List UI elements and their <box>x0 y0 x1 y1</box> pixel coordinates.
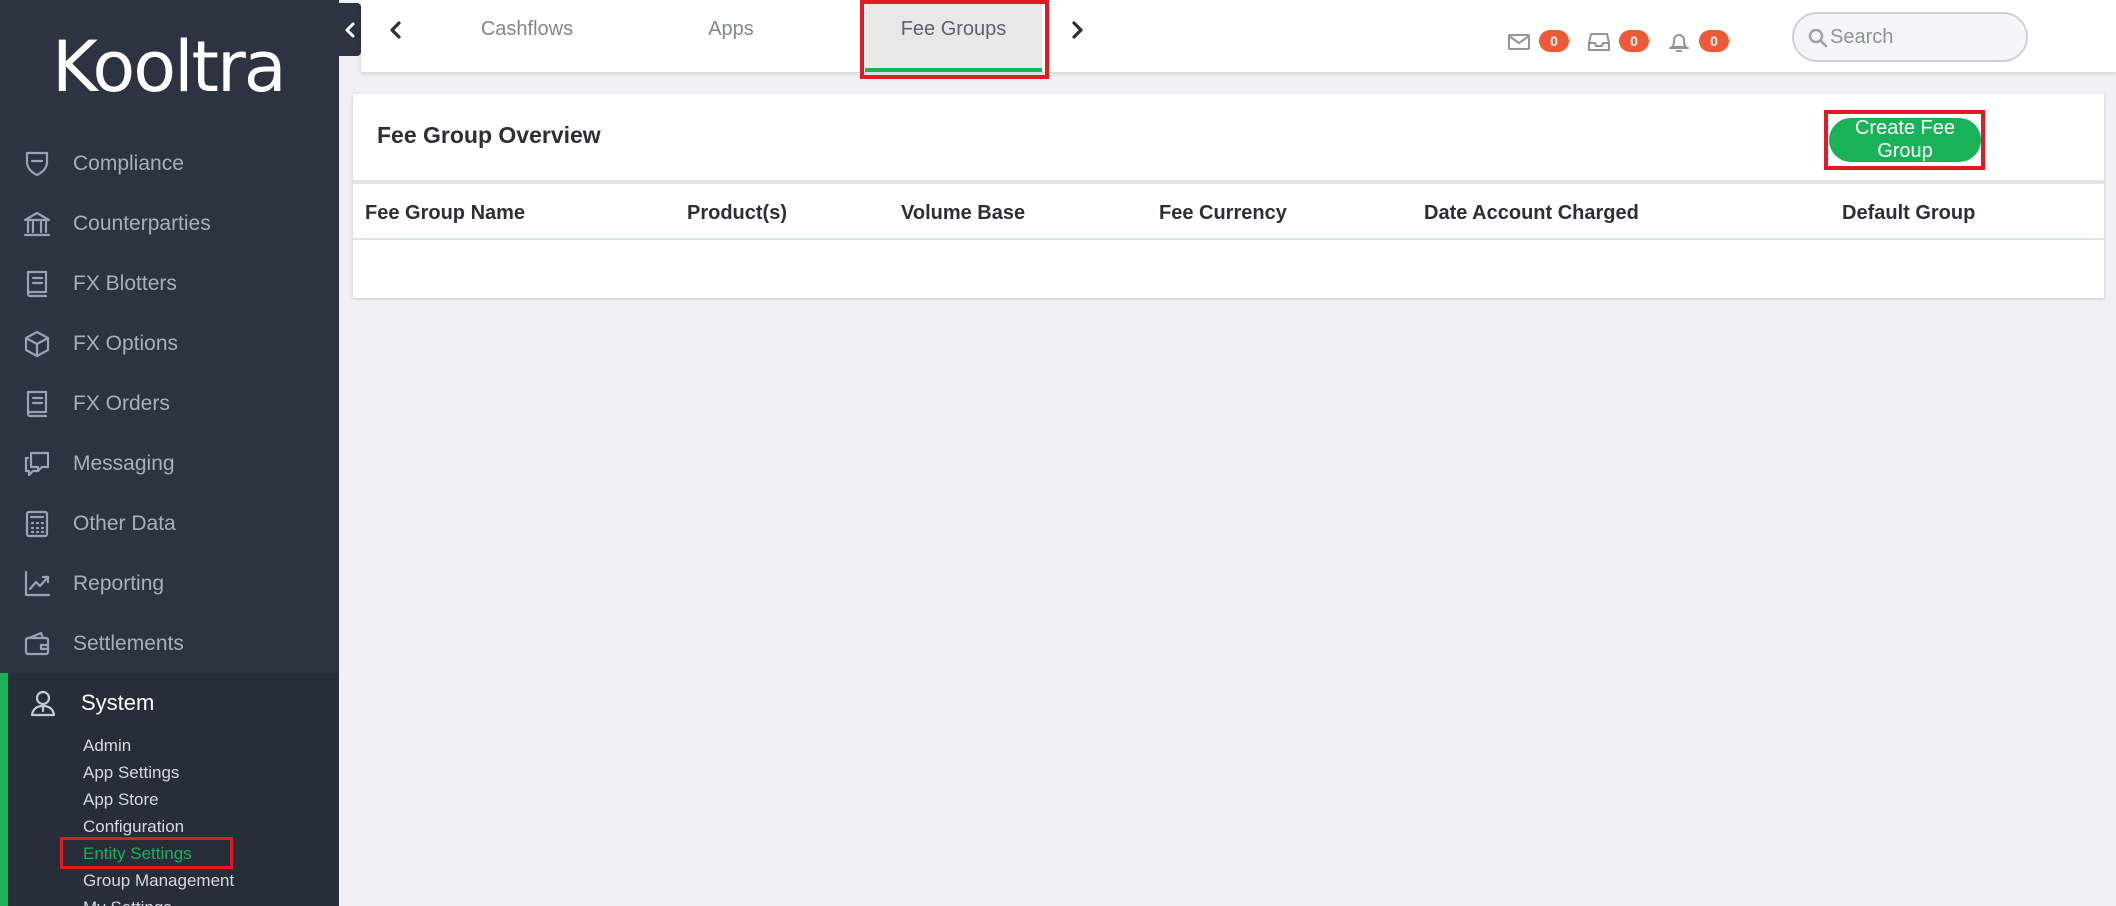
column-header-date-account-charged[interactable]: Date Account Charged <box>1424 202 1639 225</box>
sidebar-item-fx-blotters[interactable]: FX Blotters <box>0 254 339 314</box>
search-box[interactable] <box>1792 12 2028 62</box>
sidebar-item-label: FX Blotters <box>73 272 177 295</box>
sidebar-item-fx-options[interactable]: FX Options <box>0 314 339 374</box>
table-body-empty <box>353 242 2104 298</box>
chart-line-icon <box>22 569 52 599</box>
sidebar-item-label: Messaging <box>73 452 175 475</box>
sidebar-item-reporting[interactable]: Reporting <box>0 554 339 614</box>
mail-button[interactable] <box>1505 30 1533 54</box>
shield-icon <box>22 149 52 179</box>
calculator-icon <box>22 509 52 539</box>
tabs-next-button[interactable] <box>1062 14 1092 46</box>
page-title: Fee Group Overview <box>377 122 601 148</box>
inbox-count-badge: 0 <box>1619 30 1649 52</box>
column-header-fee-currency[interactable]: Fee Currency <box>1159 202 1287 225</box>
sidebar-subitem-configuration[interactable]: Configuration <box>83 817 184 837</box>
table-header-row: Fee Group Name Product(s) Volume Base Fe… <box>353 188 2104 240</box>
sidebar-item-counterparties[interactable]: Counterparties <box>0 194 339 254</box>
tab-fee-groups[interactable]: Fee Groups <box>865 0 1042 72</box>
search-icon <box>1808 28 1828 48</box>
card-header: Fee Group Overview Create Fee Group <box>353 94 2104 184</box>
column-header-products[interactable]: Product(s) <box>687 202 787 225</box>
sidebar-item-label: Settlements <box>73 632 184 655</box>
sidebar-item-label: Counterparties <box>73 212 211 235</box>
user-icon <box>28 688 58 718</box>
book-icon <box>22 389 52 419</box>
sidebar-item-label: Reporting <box>73 572 165 595</box>
tab-cashflows[interactable]: Cashflows <box>457 0 597 72</box>
sidebar-item-messaging[interactable]: Messaging <box>0 434 339 494</box>
sidebar-item-compliance[interactable]: Compliance <box>0 134 339 194</box>
app-logo: Kooltra <box>52 26 287 108</box>
sidebar-subitem-admin[interactable]: Admin <box>83 736 131 756</box>
chevron-left-icon <box>345 22 355 37</box>
sidebar-subitem-app-store[interactable]: App Store <box>83 790 159 810</box>
column-header-default-group[interactable]: Default Group <box>1842 202 1975 225</box>
fee-group-overview-card: Fee Group Overview Create Fee Group Fee … <box>353 94 2104 298</box>
inbox-button[interactable] <box>1585 30 1613 54</box>
bell-icon <box>1669 34 1689 52</box>
chat-icon <box>22 449 52 479</box>
mail-count-badge: 0 <box>1539 30 1569 52</box>
chevron-right-icon <box>1072 21 1083 39</box>
sidebar-item-label: Other Data <box>73 512 176 535</box>
sidebar-subitem-group-management[interactable]: Group Management <box>83 871 234 891</box>
bank-icon <box>22 209 52 239</box>
notifications-button[interactable] <box>1665 30 1693 54</box>
sidebar-collapse-button[interactable] <box>339 3 361 56</box>
tabs-prev-button[interactable] <box>381 14 411 46</box>
sidebar: Kooltra Compliance Counterparties FX Blo… <box>0 0 339 906</box>
sidebar-item-label: Compliance <box>73 152 184 175</box>
mail-icon <box>1508 34 1530 50</box>
book-icon <box>22 269 52 299</box>
sidebar-item-settlements[interactable]: Settlements <box>0 614 339 674</box>
search-input[interactable] <box>1830 22 2020 52</box>
sidebar-item-fx-orders[interactable]: FX Orders <box>0 374 339 434</box>
wallet-icon <box>22 629 52 659</box>
sidebar-subitem-app-settings[interactable]: App Settings <box>83 763 179 783</box>
create-fee-group-button[interactable]: Create Fee Group <box>1829 117 1981 162</box>
column-header-fee-group-name[interactable]: Fee Group Name <box>365 202 525 225</box>
notifications-count-badge: 0 <box>1699 30 1729 52</box>
active-tab-underline <box>865 68 1042 72</box>
sidebar-item-label: System <box>81 690 155 715</box>
sidebar-item-other-data[interactable]: Other Data <box>0 494 339 554</box>
column-header-volume-base[interactable]: Volume Base <box>901 202 1025 225</box>
sidebar-item-label: FX Orders <box>73 392 170 415</box>
sidebar-subitem-entity-settings[interactable]: Entity Settings <box>83 844 192 864</box>
sidebar-item-system[interactable]: System <box>0 673 339 733</box>
sidebar-item-label: FX Options <box>73 332 179 355</box>
cube-icon <box>22 329 52 359</box>
sidebar-subitem-my-settings[interactable]: My Settings <box>83 898 172 906</box>
chevron-left-icon <box>390 21 401 39</box>
inbox-icon <box>1588 33 1610 51</box>
tab-apps[interactable]: Apps <box>671 0 791 72</box>
